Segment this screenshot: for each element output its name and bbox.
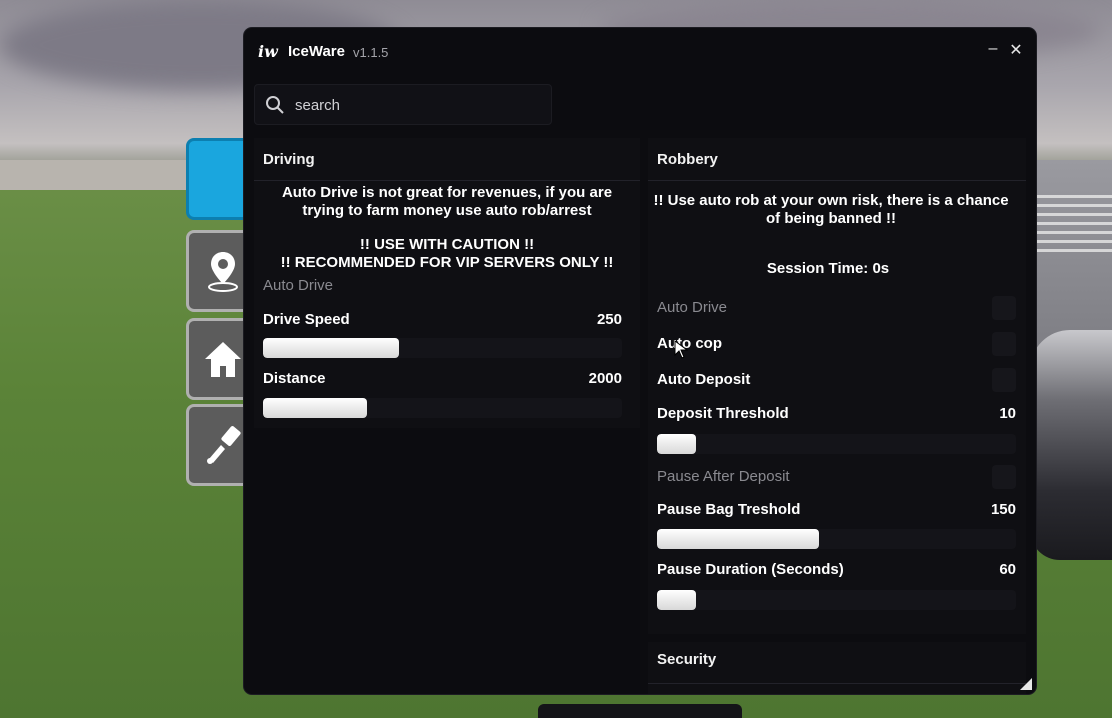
search-input[interactable]	[295, 93, 535, 117]
driving-caution: !! USE WITH CAUTION !! !! RECOMMENDED FO…	[254, 236, 640, 272]
auto-drive-label[interactable]: Auto Drive	[263, 277, 333, 294]
dock-button-home[interactable]	[186, 318, 252, 400]
pause-duration-label: Pause Duration (Seconds)	[657, 561, 844, 578]
resize-handle[interactable]	[1020, 678, 1032, 690]
vehicle	[1030, 330, 1112, 560]
title-bar[interactable]: iw IceWare v1.1.5 – ✕	[244, 28, 1036, 76]
security-divider	[648, 683, 1026, 684]
pause-after-deposit-label: Pause After Deposit	[657, 468, 790, 485]
pause-bag-threshold-value: 150	[990, 501, 1016, 518]
drive-speed-label: Drive Speed	[263, 311, 350, 328]
search-box[interactable]	[254, 84, 552, 125]
pause-bag-threshold-slider-fill[interactable]	[657, 529, 819, 549]
pause-bag-threshold-label: Pause Bag Treshold	[657, 501, 801, 518]
app-version: v1.1.5	[353, 45, 389, 60]
robbery-title: Robbery	[657, 151, 718, 168]
driving-panel: Driving Auto Drive is not great for reve…	[254, 138, 640, 428]
pause-duration-slider[interactable]	[657, 590, 1016, 610]
security-panel: Security	[648, 642, 1026, 694]
drive-speed-slider[interactable]	[263, 338, 622, 358]
driving-note-line: trying to farm money use auto rob/arrest	[302, 202, 592, 219]
robbery-panel: Robbery !! Use auto rob at your own risk…	[648, 138, 1026, 634]
distance-slider[interactable]	[263, 398, 622, 418]
pause-bag-threshold-slider[interactable]	[657, 529, 1016, 549]
robbery-divider	[648, 180, 1026, 181]
dock-button-main[interactable]	[186, 138, 252, 220]
drive-speed-slider-fill[interactable]	[263, 338, 400, 358]
robbery-auto-drive-toggle[interactable]	[992, 296, 1016, 320]
deposit-threshold-label: Deposit Threshold	[657, 405, 789, 422]
search-icon	[266, 96, 284, 114]
dock-button-teleport[interactable]	[186, 230, 252, 312]
deposit-threshold-slider-fill[interactable]	[657, 434, 697, 454]
robbery-warning-line: of being banned !!	[766, 210, 896, 227]
driving-caution-line: !! USE WITH CAUTION !!	[359, 236, 535, 253]
pause-duration-value: 60	[999, 561, 1016, 578]
session-time: Session Time: 0s	[766, 260, 890, 277]
robbery-warning-line: !! Use auto rob at your own risk, there …	[653, 192, 1009, 209]
security-title[interactable]: Security	[657, 651, 716, 668]
driving-title: Driving	[263, 151, 315, 168]
auto-deposit-toggle[interactable]	[992, 368, 1016, 392]
distance-value: 2000	[588, 370, 622, 387]
location-pin-icon	[208, 252, 238, 292]
deposit-threshold-value: 10	[999, 405, 1016, 422]
bottom-hud-bar	[538, 704, 742, 718]
app-title: IceWare	[288, 43, 345, 60]
robbery-auto-drive-label: Auto Drive	[657, 299, 728, 316]
crosswalk-stripes	[1037, 195, 1112, 255]
paint-brush-icon	[207, 426, 241, 464]
minimize-button[interactable]: –	[984, 40, 1002, 58]
pause-duration-slider-fill[interactable]	[657, 590, 697, 610]
driving-note-line: Auto Drive is not great for revenues, if…	[281, 184, 613, 201]
dock-button-customize[interactable]	[186, 404, 252, 486]
pause-after-deposit-toggle[interactable]	[992, 465, 1016, 489]
distance-label: Distance	[263, 370, 326, 387]
driving-divider	[254, 180, 640, 181]
auto-deposit-label: Auto Deposit	[657, 371, 751, 388]
robbery-warning: !! Use auto rob at your own risk, there …	[648, 192, 1014, 228]
mouse-cursor-icon	[674, 340, 689, 359]
close-button[interactable]: ✕	[1007, 40, 1025, 60]
driving-note: Auto Drive is not great for revenues, if…	[254, 184, 640, 220]
drive-speed-value: 250	[596, 311, 622, 328]
auto-cop-toggle[interactable]	[992, 332, 1016, 356]
driving-caution-line: !! RECOMMENDED FOR VIP SERVERS ONLY !!	[280, 254, 614, 271]
iceware-window: iw IceWare v1.1.5 – ✕ Driving Auto Drive…	[244, 28, 1036, 694]
distance-slider-fill[interactable]	[263, 398, 368, 418]
deposit-threshold-slider[interactable]	[657, 434, 1016, 454]
app-logo: iw	[258, 42, 278, 61]
home-icon	[205, 342, 241, 377]
